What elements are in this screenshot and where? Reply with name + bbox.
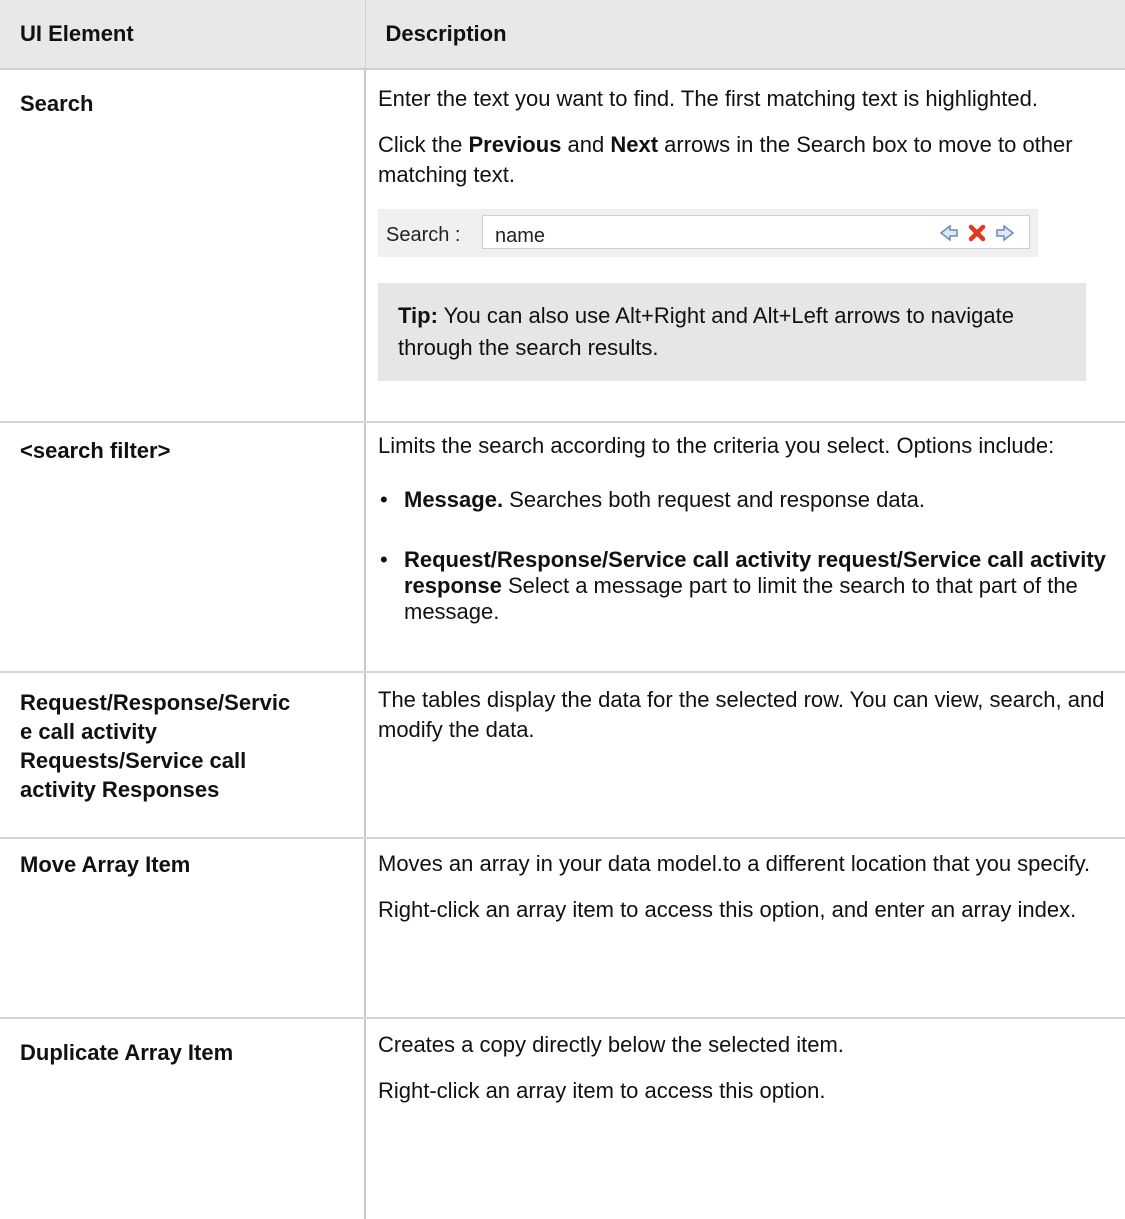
description-text: Moves an array in your data model.to a d… bbox=[378, 851, 1091, 876]
tip-box: Tip: You can also use Alt+Right and Alt+… bbox=[378, 283, 1086, 381]
tip-text: You can also use Alt+Right and Alt+Left … bbox=[398, 303, 1014, 360]
table-row: Move Array Item Moves an array in your d… bbox=[0, 838, 1125, 1019]
table-row: <search filter> Limits the search accord… bbox=[0, 422, 1125, 673]
text-fragment: Click the bbox=[378, 132, 469, 157]
element-name-line: e call activity bbox=[20, 719, 157, 744]
text-fragment: Select a message part to limit the searc… bbox=[404, 573, 1078, 624]
bold-term: Previous bbox=[468, 132, 562, 157]
description-text: Right-click an array item to access this… bbox=[378, 897, 1077, 922]
description-cell: Enter the text you want to find. The fir… bbox=[365, 69, 1125, 423]
element-name-search: Search bbox=[0, 69, 366, 423]
element-name-duplicate-array-item: Duplicate Array Item bbox=[0, 1018, 366, 1219]
description-text: Right-click an array item to access this… bbox=[378, 1078, 826, 1103]
description-text: Click the Previous and Next arrows in th… bbox=[378, 130, 1125, 190]
description-cell: The tables display the data for the sele… bbox=[365, 672, 1125, 839]
element-name-line: activity Responses bbox=[20, 777, 220, 802]
tip-label: Tip: bbox=[398, 303, 438, 328]
element-name-search-filter: <search filter> bbox=[0, 422, 366, 673]
description-cell: Moves an array in your data model.to a d… bbox=[365, 838, 1125, 1019]
ui-element-table: UI Element Description Search Enter the … bbox=[0, 0, 1125, 1219]
bold-term: Next bbox=[610, 132, 659, 157]
column-header-ui-element: UI Element bbox=[0, 0, 366, 70]
element-name-line: Request/Response/Servic bbox=[20, 690, 291, 715]
table-header-row: UI Element Description bbox=[0, 0, 1125, 70]
element-name-tables: Request/Response/Servic e call activity … bbox=[0, 672, 366, 839]
element-name-line: Requests/Service call bbox=[20, 748, 247, 773]
left-arrow-icon bbox=[939, 224, 958, 242]
search-field: name bbox=[482, 215, 1030, 249]
search-box-screenshot: Search : name bbox=[378, 209, 1038, 257]
bold-term: Message. bbox=[404, 487, 504, 512]
text-fragment: Searches both request and response data. bbox=[503, 487, 926, 512]
list-item: Request/Response/Service call activity r… bbox=[378, 547, 1125, 625]
text-fragment: and bbox=[561, 132, 611, 157]
element-name-move-array-item: Move Array Item bbox=[0, 838, 366, 1019]
table-row: Search Enter the text you want to find. … bbox=[0, 69, 1125, 423]
description-text: Limits the search according to the crite… bbox=[378, 433, 1055, 458]
column-header-description: Description bbox=[365, 0, 1125, 70]
red-x-icon bbox=[968, 224, 986, 242]
table-row: Duplicate Array Item Creates a copy dire… bbox=[0, 1018, 1125, 1219]
description-cell: Creates a copy directly below the select… bbox=[365, 1018, 1125, 1219]
table-row: Request/Response/Servic e call activity … bbox=[0, 672, 1125, 839]
right-arrow-icon bbox=[996, 224, 1015, 242]
description-text: Enter the text you want to find. The fir… bbox=[378, 86, 1038, 111]
description-cell: Limits the search according to the crite… bbox=[365, 422, 1125, 673]
description-text: Creates a copy directly below the select… bbox=[378, 1032, 844, 1057]
list-item: Message. Searches both request and respo… bbox=[378, 487, 1125, 513]
search-value: name bbox=[495, 225, 546, 247]
search-label: Search : bbox=[386, 224, 461, 246]
options-list: Message. Searches both request and respo… bbox=[378, 487, 1125, 625]
description-text: The tables display the data for the sele… bbox=[378, 687, 1105, 742]
